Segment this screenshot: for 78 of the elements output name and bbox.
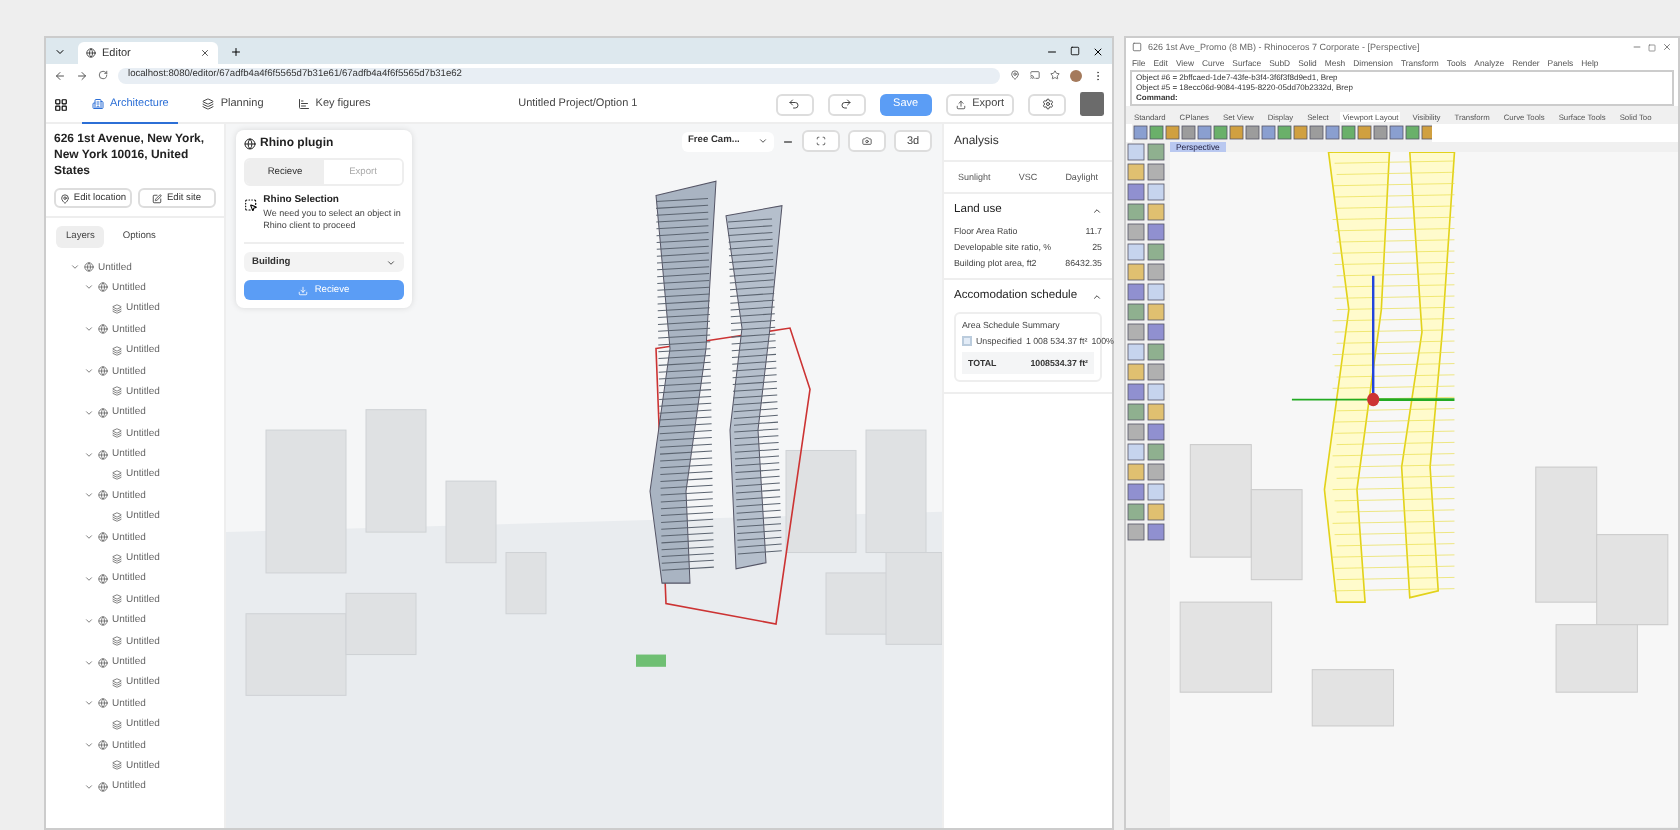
maximize-icon[interactable]: [1070, 46, 1080, 56]
globe-icon: [98, 740, 108, 751]
globe-icon: [98, 449, 108, 460]
redo-button[interactable]: [827, 93, 866, 115]
cast-icon[interactable]: [1030, 70, 1040, 80]
globe-icon: [98, 698, 108, 709]
chevron-down-icon[interactable]: [84, 740, 94, 751]
chevron-down-icon[interactable]: [84, 407, 94, 418]
tab-list-icon[interactable]: [54, 45, 66, 57]
globe-icon: [98, 407, 108, 418]
undo-icon: [788, 98, 801, 110]
app-logo-icon: [54, 97, 68, 111]
location-icon[interactable]: [1010, 70, 1020, 80]
download-icon: [298, 285, 309, 296]
bookmark-icon[interactable]: [1050, 70, 1060, 80]
profile-avatar[interactable]: [1070, 69, 1082, 81]
layers-icon: [112, 594, 122, 605]
settings-icon: [1041, 98, 1053, 110]
chevron-down-icon[interactable]: [84, 573, 94, 584]
layers-icon: [112, 469, 122, 480]
layers-icon: [112, 677, 122, 688]
back-icon[interactable]: [54, 69, 66, 81]
chevron-down-icon[interactable]: [84, 532, 94, 543]
layers-icon: [112, 636, 122, 647]
layers-icon: [112, 386, 122, 397]
globe-icon: [98, 532, 108, 543]
chevron-up-icon: [1092, 205, 1102, 215]
chevron-down-icon: [386, 257, 396, 268]
new-tab-icon[interactable]: [230, 45, 242, 57]
plugin-logo-icon: [244, 138, 256, 150]
globe-icon: [84, 262, 94, 273]
layers-icon: [112, 553, 122, 564]
undo-button[interactable]: [775, 93, 814, 115]
chevron-down-icon[interactable]: [84, 781, 94, 792]
chevron-down-icon[interactable]: [84, 324, 94, 335]
favicon-icon: [86, 48, 96, 58]
bar-chart-icon: [297, 97, 310, 109]
globe-icon: [98, 490, 108, 501]
globe-icon: [98, 282, 108, 293]
toolbar-icons-drawing[interactable]: [1132, 124, 1432, 143]
upload-icon: [956, 99, 967, 109]
minus-icon[interactable]: [782, 135, 794, 147]
settings-button[interactable]: [1028, 93, 1066, 115]
camera-button[interactable]: [848, 130, 886, 152]
chevron-down-icon[interactable]: [84, 490, 94, 501]
globe-icon: [98, 573, 108, 584]
layers-icon: [112, 719, 122, 730]
frame-icon: [816, 136, 826, 146]
layers-icon: [202, 97, 215, 109]
layers-icon: [112, 428, 122, 439]
chevron-down-icon: [758, 136, 768, 146]
layers-icon: [112, 760, 122, 771]
reload-icon[interactable]: [98, 70, 108, 80]
camera-icon: [862, 136, 872, 146]
selection-icon: [244, 194, 258, 216]
chevron-down-icon[interactable]: [84, 698, 94, 709]
tool-palette-drawing[interactable]: [1126, 142, 1170, 543]
minimize-icon[interactable]: [1632, 42, 1642, 52]
globe-icon: [98, 657, 108, 667]
chevron-down-icon[interactable]: [84, 366, 94, 377]
forward-icon[interactable]: [76, 69, 88, 81]
layers-icon: [112, 345, 122, 356]
globe-icon: [98, 366, 108, 377]
building-icon: [92, 97, 104, 109]
globe-icon: [98, 781, 108, 792]
close-icon[interactable]: [1092, 45, 1104, 57]
pin-icon: [59, 193, 70, 204]
chevron-down-icon[interactable]: [84, 615, 94, 626]
layers-icon: [112, 303, 122, 314]
layers-icon: [112, 511, 122, 522]
chevron-down-icon[interactable]: [84, 657, 94, 667]
minimize-icon[interactable]: [1046, 45, 1058, 57]
chevron-down-icon[interactable]: [84, 449, 94, 460]
globe-icon: [98, 324, 108, 335]
chevron-up-icon: [1092, 291, 1102, 301]
edit-icon: [152, 193, 163, 204]
redo-icon: [840, 98, 853, 110]
globe-icon: [98, 615, 108, 626]
